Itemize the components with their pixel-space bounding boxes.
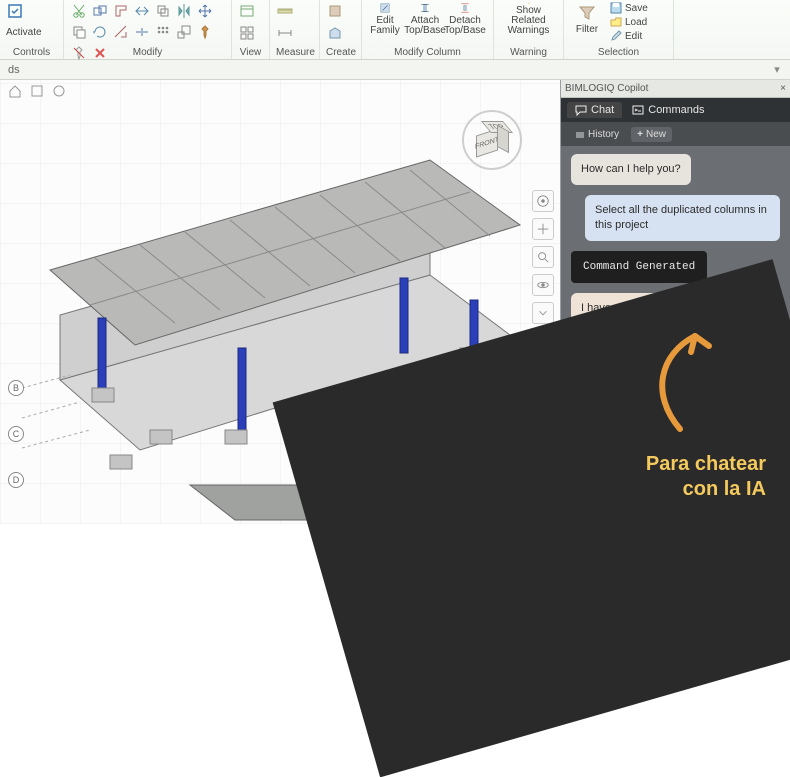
tab-commands[interactable]: Commands bbox=[624, 102, 712, 118]
zoom-icon[interactable] bbox=[532, 246, 554, 268]
ribbon-group-selection: Filter Save Load Edit Selection bbox=[564, 0, 674, 59]
edit-selection-button[interactable]: Edit bbox=[610, 30, 648, 42]
steering-wheel-icon[interactable] bbox=[532, 190, 554, 212]
panel-collapse-icon[interactable]: ▾ bbox=[770, 63, 784, 77]
activate-label: Activate bbox=[6, 27, 42, 38]
document-tab-label[interactable]: ds bbox=[8, 64, 20, 76]
chat-icon bbox=[575, 104, 587, 116]
ribbon-group-create: Create bbox=[320, 0, 362, 59]
show-warnings-label: Show Related Warnings bbox=[500, 6, 557, 36]
ribbon-group-title-view: View bbox=[238, 47, 263, 59]
edit-family-button[interactable]: Edit Family bbox=[368, 2, 402, 36]
pin-icon[interactable] bbox=[196, 23, 214, 41]
orbit-icon[interactable] bbox=[532, 274, 554, 296]
plus-icon: + bbox=[637, 129, 643, 140]
copilot-close-icon[interactable]: × bbox=[780, 83, 786, 94]
ribbon-group-measure: Measure bbox=[270, 0, 320, 59]
move-icon[interactable] bbox=[196, 2, 214, 20]
rotate-icon[interactable] bbox=[91, 23, 109, 41]
ribbon-group-title-warning: Warning bbox=[500, 47, 557, 59]
ribbon-group-modify-column: Edit Family Attach Top/Base Detach Top/B… bbox=[362, 0, 494, 59]
nav-more-icon[interactable] bbox=[532, 302, 554, 324]
copilot-subbar: History + New bbox=[561, 122, 790, 146]
measure-icon[interactable] bbox=[276, 2, 294, 20]
stop-icon bbox=[580, 447, 590, 457]
attach-label: Attach Top/Base bbox=[404, 16, 446, 36]
view-icon-2[interactable] bbox=[238, 24, 256, 42]
edit-family-label: Edit Family bbox=[370, 16, 399, 36]
ribbon-group-controls: Activate Controls bbox=[0, 0, 64, 59]
detach-label: Detach Top/Base bbox=[444, 16, 486, 36]
tab-commands-label: Commands bbox=[648, 104, 704, 116]
edit-selection-label: Edit bbox=[625, 31, 642, 42]
load-selection-button[interactable]: Load bbox=[610, 16, 648, 28]
history-icon bbox=[575, 129, 585, 139]
command-generated-badge: Command Generated bbox=[571, 251, 707, 283]
ribbon-group-title-modify: Modify bbox=[70, 47, 225, 59]
save-selection-button[interactable]: Save bbox=[610, 2, 648, 14]
cope-icon[interactable] bbox=[112, 2, 130, 20]
trim-icon[interactable] bbox=[112, 23, 130, 41]
user-message-1: Select all the duplicated columns in thi… bbox=[585, 195, 780, 241]
view-icon-1[interactable] bbox=[238, 2, 256, 20]
ribbon-group-title-controls: Controls bbox=[6, 47, 57, 59]
ribbon-group-title-selection: Selection bbox=[570, 47, 667, 59]
copilot-title: BIMLOGIQ Copilot bbox=[565, 83, 648, 94]
document-tab-bar: ds ▾ bbox=[0, 60, 790, 80]
ribbon-group-view: View bbox=[232, 0, 270, 59]
array-icon[interactable] bbox=[154, 23, 172, 41]
create-icon-1[interactable] bbox=[326, 2, 344, 20]
history-button[interactable]: History bbox=[569, 127, 625, 142]
tab-chat-label: Chat bbox=[591, 104, 614, 116]
ribbon-group-title-create: Create bbox=[326, 47, 355, 59]
commands-icon bbox=[632, 104, 644, 116]
ribbon-group-title-measure: Measure bbox=[276, 47, 313, 59]
load-selection-label: Load bbox=[625, 17, 647, 28]
filter-button[interactable]: Filter bbox=[570, 2, 604, 36]
grid-bubbles: B C D bbox=[8, 380, 24, 488]
save-selection-label: Save bbox=[625, 3, 648, 14]
chat-area[interactable]: How can I help you? Select all the dupli… bbox=[561, 146, 790, 524]
new-label: New bbox=[646, 129, 666, 140]
align-icon[interactable] bbox=[133, 2, 151, 20]
history-label: History bbox=[588, 129, 619, 140]
user-message-2: Override their bbox=[693, 401, 780, 432]
scale-icon[interactable] bbox=[175, 23, 193, 41]
copy-icon[interactable] bbox=[70, 23, 88, 41]
grid-bubble-b[interactable]: B bbox=[8, 380, 24, 396]
stop-label: Sto bbox=[594, 446, 611, 458]
cut-icon[interactable] bbox=[70, 2, 88, 20]
filter-label: Filter bbox=[576, 25, 598, 35]
viewcube[interactable]: FRONT TOP bbox=[462, 110, 522, 170]
bot-greeting: How can I help you? bbox=[571, 154, 691, 185]
grid-bubble-d[interactable]: D bbox=[8, 472, 24, 488]
viewport-3d[interactable]: B C D FRONT TOP bbox=[0, 80, 560, 524]
split-icon[interactable] bbox=[133, 23, 151, 41]
grid-bubble-c[interactable]: C bbox=[8, 426, 24, 442]
offset-icon[interactable] bbox=[154, 2, 172, 20]
mirror-icon[interactable] bbox=[175, 2, 193, 20]
show-warnings-button[interactable]: Show Related Warnings bbox=[500, 2, 557, 36]
ribbon-group-title-modify-column: Modify Column bbox=[368, 47, 487, 59]
join-icon[interactable] bbox=[91, 2, 109, 20]
thumbs-down-icon[interactable] bbox=[571, 374, 585, 391]
activate-button[interactable] bbox=[6, 2, 24, 20]
copilot-panel: BIMLOGIQ Copilot × Chat Commands History… bbox=[560, 80, 790, 524]
create-icon-2[interactable] bbox=[326, 24, 344, 42]
pan-icon[interactable] bbox=[532, 218, 554, 240]
detach-top-base-button[interactable]: Detach Top/Base bbox=[448, 2, 482, 36]
ribbon-group-modify: Modify bbox=[64, 0, 232, 59]
copilot-titlebar: BIMLOGIQ Copilot × bbox=[561, 80, 790, 98]
copilot-tabs: Chat Commands bbox=[561, 98, 790, 122]
new-chat-button[interactable]: + New bbox=[631, 127, 672, 142]
ribbon: Activate Controls Modify bbox=[0, 0, 790, 60]
nav-tools bbox=[532, 190, 556, 324]
tab-chat[interactable]: Chat bbox=[567, 102, 622, 118]
attach-top-base-button[interactable]: Attach Top/Base bbox=[408, 2, 442, 36]
ribbon-group-warning: Show Related Warnings Warning bbox=[494, 0, 564, 59]
stop-button[interactable]: Sto bbox=[571, 442, 620, 462]
bot-result: I have selected all the duplicated colum… bbox=[571, 293, 766, 368]
dimension-icon[interactable] bbox=[276, 24, 294, 42]
